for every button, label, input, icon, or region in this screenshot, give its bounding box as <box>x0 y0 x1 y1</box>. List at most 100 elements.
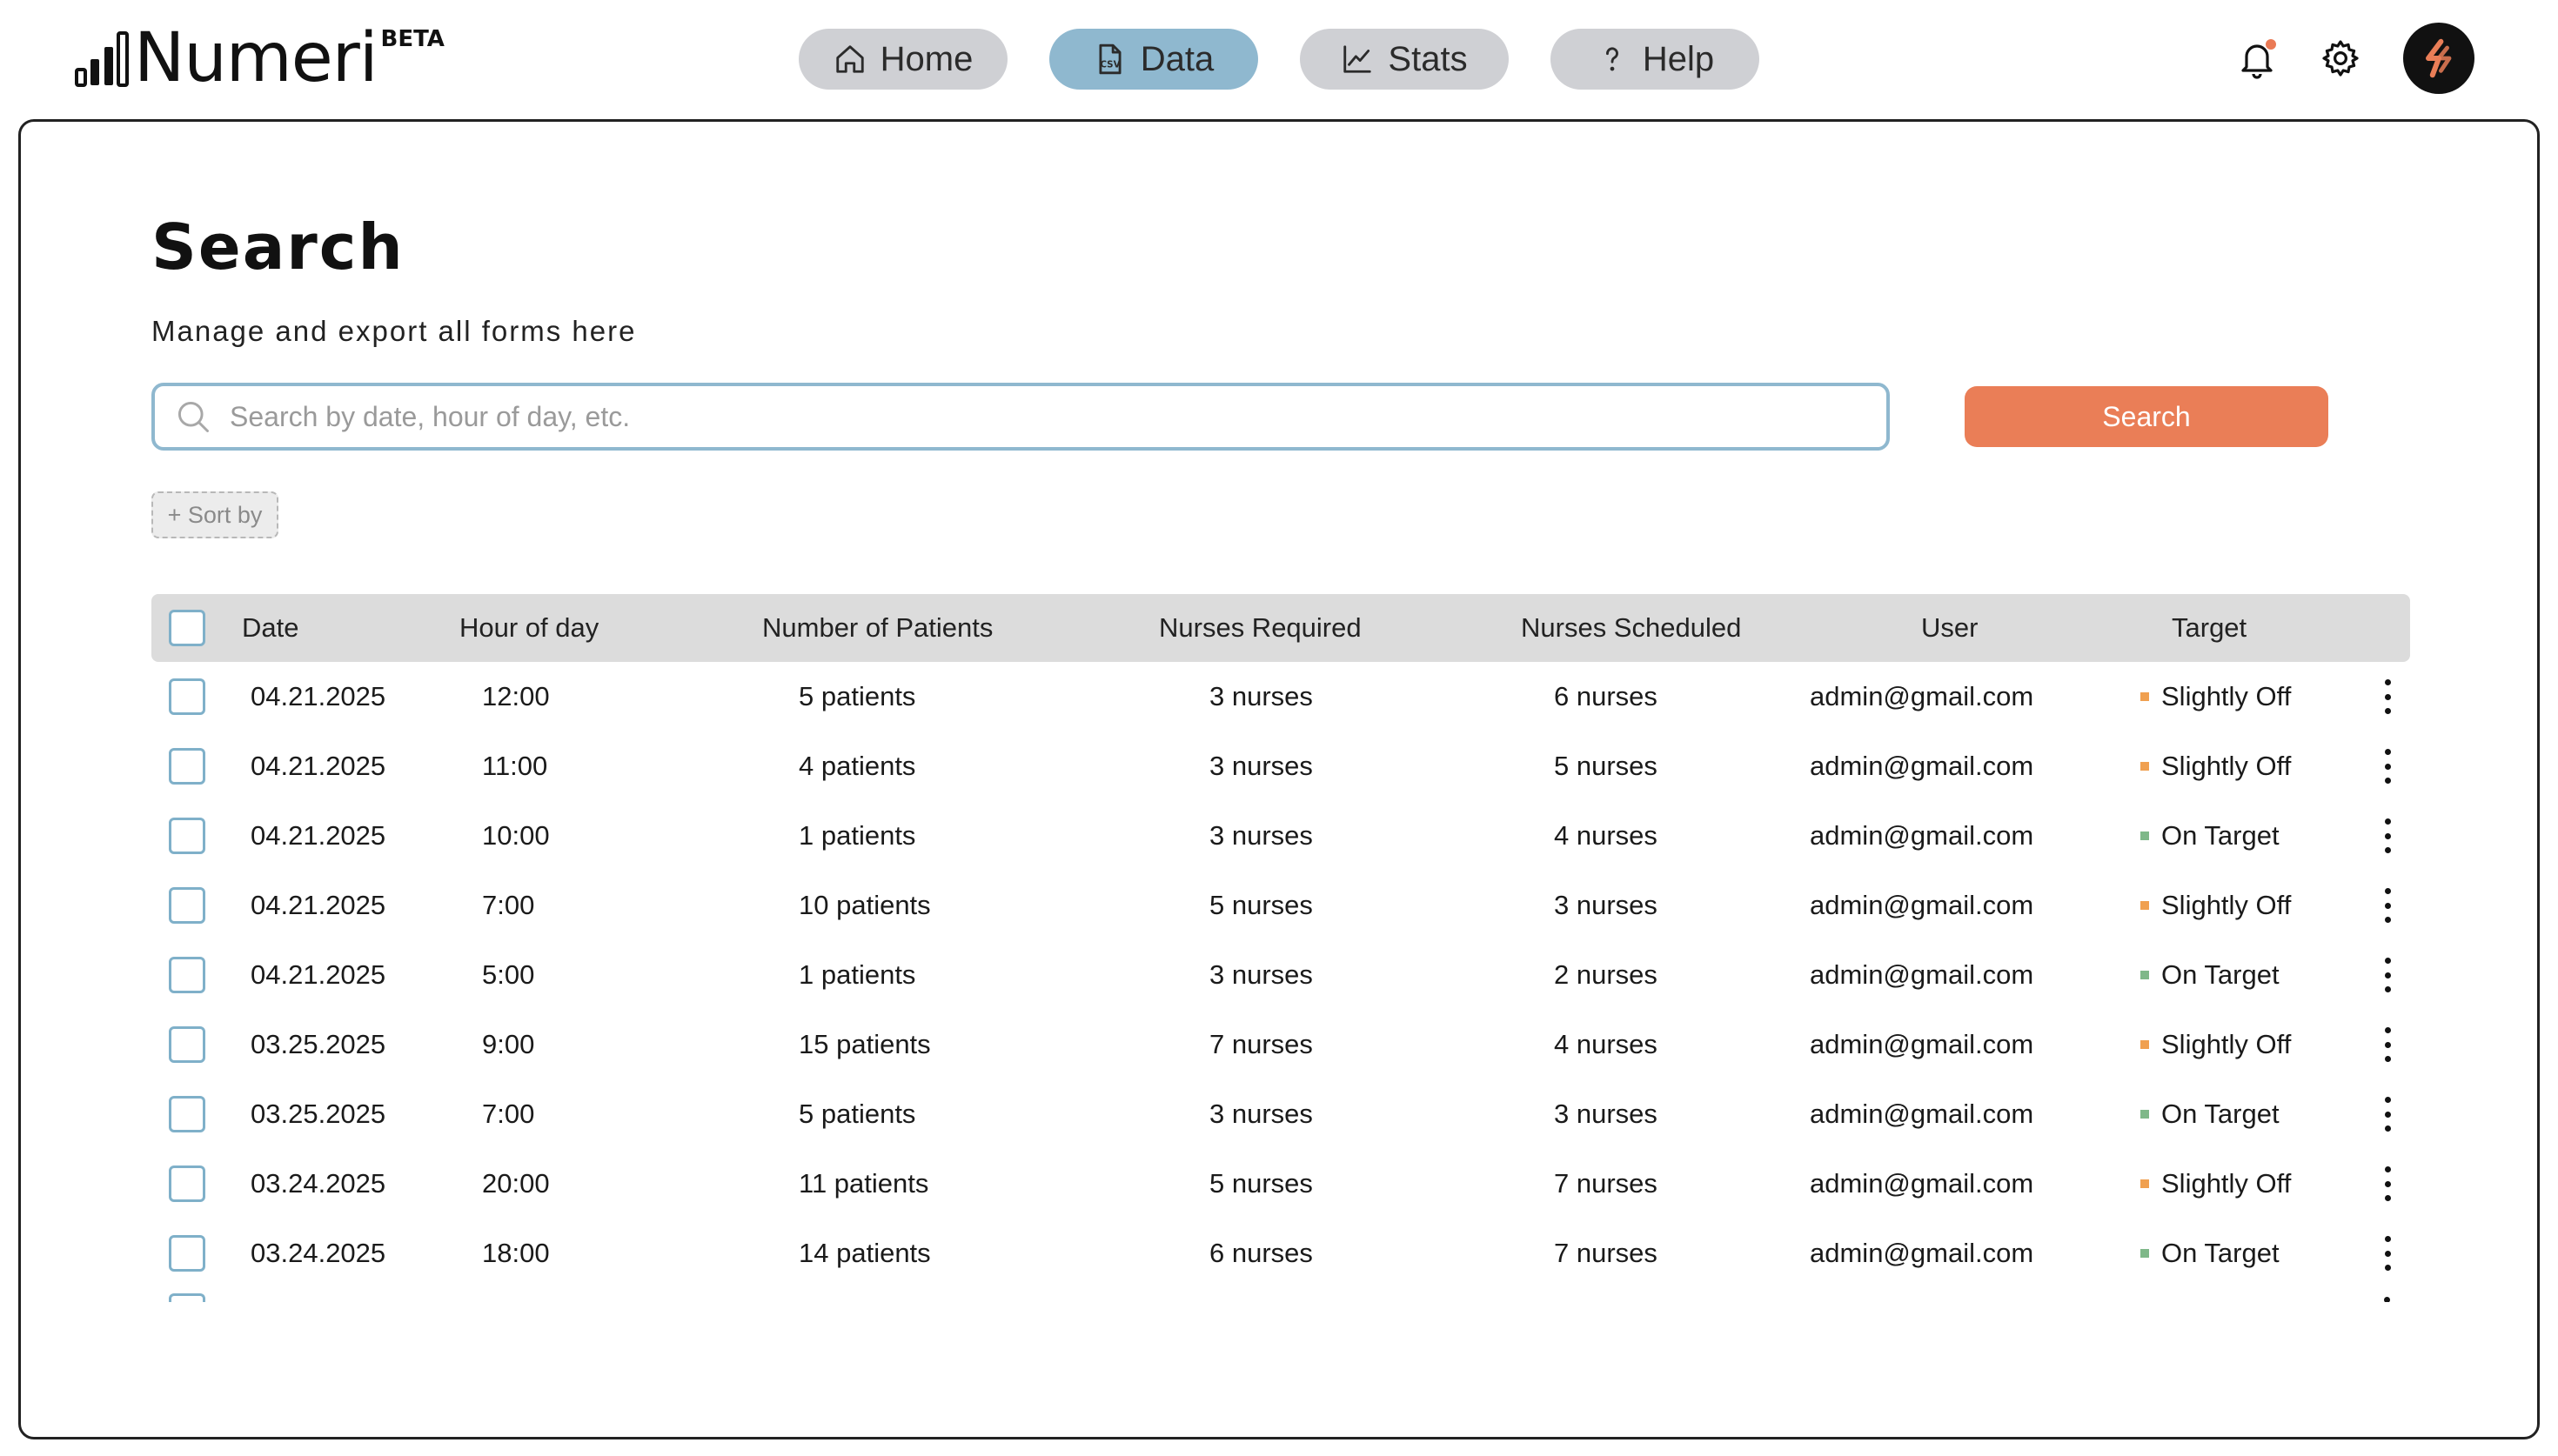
table-row[interactable]: 04.21.2025 7:00 10 patients 5 nurses 3 nurse… <box>151 871 2410 940</box>
brand-logo[interactable]: Numeri BETA <box>75 23 445 92</box>
cell-date: 03.25.2025 <box>251 1029 386 1059</box>
settings-button[interactable] <box>2320 37 2361 79</box>
row-checkbox[interactable] <box>169 678 205 715</box>
cell-patients: 1 patients <box>799 820 916 851</box>
row-checkbox[interactable] <box>169 1293 205 1302</box>
avatar[interactable] <box>2403 23 2474 94</box>
cell-patients: 5 patients <box>799 681 916 711</box>
more-options-icon[interactable] <box>2377 888 2398 923</box>
page-subtitle: Manage and export all forms here <box>151 315 637 347</box>
cell-hour: 18:00 <box>482 1238 550 1268</box>
column-header-patients[interactable]: Number of Patients <box>762 612 993 644</box>
row-checkbox[interactable] <box>169 748 205 785</box>
status-badge: On Target <box>2140 820 2280 852</box>
column-header-nurses-scheduled[interactable]: Nurses Scheduled <box>1521 612 1741 644</box>
status-indicator-icon <box>2140 1110 2149 1119</box>
status-label: Slightly Off <box>2161 681 2292 711</box>
more-options-icon[interactable] <box>2377 818 2398 853</box>
row-checkbox[interactable] <box>169 1096 205 1132</box>
cell-patients: 15 patients <box>799 1029 931 1059</box>
cell-hour: 10:00 <box>482 820 550 851</box>
cell-date: 04.21.2025 <box>251 820 386 851</box>
nav-stats-button[interactable]: Stats <box>1300 29 1509 90</box>
more-options-icon[interactable] <box>2377 1027 2398 1062</box>
table-row[interactable]: 03.25.2025 9:00 15 patients 7 nurses 4 nurse… <box>151 1010 2410 1079</box>
top-bar: Numeri BETA Home CSV Data Stats Help <box>0 0 2558 118</box>
cell-nurses-scheduled: 3 nurses <box>1554 1099 1657 1129</box>
search-button[interactable]: Search <box>1965 386 2328 447</box>
notifications-button[interactable] <box>2236 37 2278 79</box>
row-checkbox[interactable] <box>169 1235 205 1272</box>
cell-nurses-required: 5 nurses <box>1209 1168 1313 1199</box>
notification-dot <box>2266 39 2276 50</box>
column-header-date[interactable]: Date <box>242 612 298 644</box>
row-checkbox[interactable] <box>169 1026 205 1063</box>
status-indicator-icon <box>2140 762 2149 771</box>
status-badge: On Target <box>2140 1099 2280 1130</box>
main-nav: Home CSV Data Stats Help <box>799 29 1759 90</box>
cell-patients: 5 patients <box>799 1099 916 1129</box>
column-header-hour[interactable]: Hour of day <box>459 612 599 644</box>
more-options-icon[interactable] <box>2377 1097 2398 1132</box>
more-options-icon[interactable] <box>2384 1297 2390 1302</box>
csv-file-icon: CSV <box>1099 43 1122 75</box>
row-checkbox[interactable] <box>169 957 205 993</box>
cell-patients: 14 patients <box>799 1238 931 1268</box>
brand-name: Numeri <box>134 19 378 97</box>
main-panel: Search Manage and export all forms here … <box>18 119 2540 1439</box>
status-badge: Slightly Off <box>2140 1029 2291 1060</box>
table-row[interactable]: 03.24.2025 18:00 14 patients 6 nurses 7 nurs… <box>151 1219 2410 1288</box>
status-label: On Target <box>2161 1238 2280 1268</box>
cell-date: 04.21.2025 <box>251 890 386 920</box>
page-title: Search <box>151 210 405 284</box>
status-badge: Slightly Off <box>2140 890 2291 921</box>
gear-icon <box>2322 40 2359 77</box>
status-indicator-icon <box>2140 1249 2149 1258</box>
nav-data-button[interactable]: CSV Data <box>1049 29 1258 90</box>
cell-nurses-required: 6 nurses <box>1209 1238 1313 1268</box>
search-input[interactable] <box>228 399 1886 434</box>
nav-home-label: Home <box>880 39 974 78</box>
cell-user: admin@gmail.com <box>1810 1168 2034 1199</box>
cell-nurses-scheduled: 6 nurses <box>1554 681 1657 711</box>
row-checkbox[interactable] <box>169 818 205 854</box>
more-options-icon[interactable] <box>2377 958 2398 992</box>
bar-chart-logo-icon <box>75 31 129 87</box>
column-header-user[interactable]: User <box>1921 612 1978 644</box>
more-options-icon[interactable] <box>2377 1236 2398 1271</box>
search-icon <box>177 401 209 432</box>
status-label: Slightly Off <box>2161 890 2292 920</box>
cell-date: 03.24.2025 <box>251 1168 386 1199</box>
row-checkbox[interactable] <box>169 1165 205 1202</box>
cell-date: 04.21.2025 <box>251 681 386 711</box>
beta-badge: BETA <box>380 26 445 52</box>
more-options-icon[interactable] <box>2377 749 2398 784</box>
sort-by-button[interactable]: + Sort by <box>151 491 278 538</box>
more-options-icon[interactable] <box>2377 679 2398 714</box>
table-row[interactable]: 04.21.2025 10:00 1 patients 3 nurses 4 nurse… <box>151 801 2410 871</box>
cell-hour: 9:00 <box>482 1029 535 1059</box>
cell-nurses-scheduled: 2 nurses <box>1554 959 1657 990</box>
nav-help-button[interactable]: Help <box>1550 29 1759 90</box>
status-indicator-icon <box>2140 1040 2149 1049</box>
cell-hour: 7:00 <box>482 890 535 920</box>
table-row[interactable]: 03.24.2025 20:00 11 patients 5 nurses 7 nurs… <box>151 1149 2410 1219</box>
table-row[interactable]: 03.25.2025 7:00 5 patients 3 nurses 3 nurses… <box>151 1079 2410 1149</box>
cell-user: admin@gmail.com <box>1810 1029 2034 1059</box>
cell-hour: 12:00 <box>482 681 550 711</box>
table-row[interactable]: 04.21.2025 12:00 5 patients 3 nurses 6 nurse… <box>151 662 2410 731</box>
cell-nurses-required: 3 nurses <box>1209 820 1313 851</box>
row-checkbox[interactable] <box>169 887 205 924</box>
table-row[interactable]: 04.21.2025 11:00 4 patients 3 nurses 5 nurse… <box>151 731 2410 801</box>
more-options-icon[interactable] <box>2377 1166 2398 1201</box>
cell-nurses-required: 3 nurses <box>1209 751 1313 781</box>
cell-date: 04.21.2025 <box>251 959 386 990</box>
select-all-checkbox[interactable] <box>169 610 205 646</box>
cell-nurses-scheduled: 4 nurses <box>1554 820 1657 851</box>
column-header-nurses-required[interactable]: Nurses Required <box>1159 612 1362 644</box>
status-label: Slightly Off <box>2161 751 2292 781</box>
home-icon <box>835 45 864 73</box>
column-header-target[interactable]: Target <box>2172 612 2247 644</box>
table-row[interactable]: 04.21.2025 5:00 1 patients 3 nurses 2 nurses… <box>151 940 2410 1010</box>
nav-home-button[interactable]: Home <box>799 29 1008 90</box>
